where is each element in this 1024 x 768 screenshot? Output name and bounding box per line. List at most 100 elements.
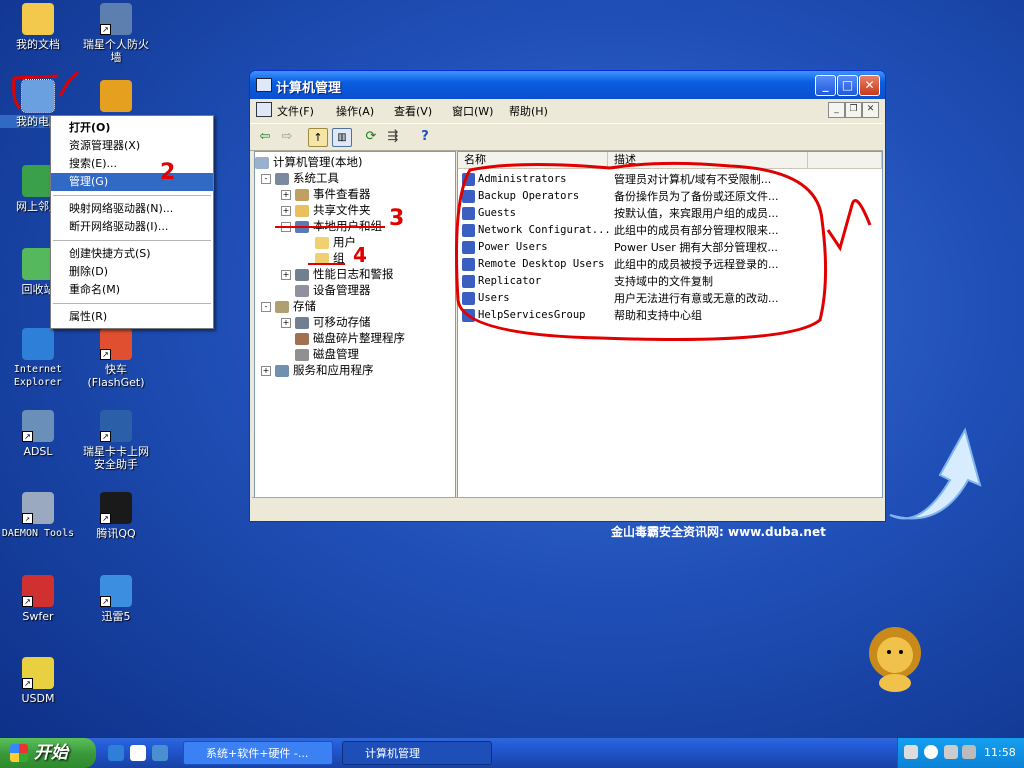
context-menu-item[interactable]: 删除(D) xyxy=(51,263,213,281)
mmc-document-icon[interactable] xyxy=(256,102,272,117)
export-list-icon[interactable]: ⇶ xyxy=(384,128,402,145)
desktop-icon[interactable]: ↗ USDM xyxy=(0,657,76,705)
column-header-description[interactable]: 描述 xyxy=(608,152,808,169)
tree-node[interactable]: + 共享文件夹 xyxy=(281,202,371,218)
context-menu-item[interactable]: 属性(R) xyxy=(51,308,213,326)
context-menu-item[interactable]: 搜索(E)... xyxy=(51,155,213,173)
system-tray: 11:58 xyxy=(897,738,1024,768)
group-name: Remote Desktop Users xyxy=(478,258,605,270)
desktop-icon-label: ADSL xyxy=(23,445,53,458)
expand-icon[interactable]: + xyxy=(281,317,291,328)
tree-node[interactable]: 磁盘碎片整理程序 xyxy=(295,330,405,346)
column-header-name[interactable]: 名称 xyxy=(458,152,608,169)
desktop-icon[interactable]: ↗ 瑞星个人防火墙 xyxy=(78,3,154,64)
tree-node[interactable]: 磁盘管理 xyxy=(295,346,359,362)
desktop-icon[interactable]: 我的文档 xyxy=(0,3,76,51)
task-system-software-hardware[interactable]: 系统+软件+硬件 -... xyxy=(183,741,333,765)
list-item[interactable]: Guests 按默认值，来宾跟用户组的成员... xyxy=(458,205,882,222)
child-close-button[interactable]: ✕ xyxy=(862,102,879,118)
collapse-icon[interactable]: - xyxy=(261,173,271,184)
list-item[interactable]: Network Configurat... 此组中的成员有部分管理权限来... xyxy=(458,222,882,239)
refresh-icon[interactable]: ⟳ xyxy=(362,128,380,145)
tree-node[interactable]: + 服务和应用程序 xyxy=(261,362,374,378)
context-menu-item[interactable]: 创建快捷方式(S) xyxy=(51,245,213,263)
quicklaunch-ie-icon[interactable] xyxy=(108,745,124,761)
shortcut-arrow-icon: ↗ xyxy=(22,596,33,607)
forward-arrow-icon[interactable]: ⇨ xyxy=(278,128,296,145)
list-item[interactable]: Replicator 支持域中的文件复制 xyxy=(458,273,882,290)
context-menu-item[interactable]: 重命名(M) xyxy=(51,281,213,299)
desktop-icon[interactable]: ↗ ADSL xyxy=(0,410,76,458)
tree-node[interactable]: - 存储 xyxy=(261,298,316,314)
column-header-empty[interactable] xyxy=(808,152,882,169)
menu-help[interactable]: 帮助(H) xyxy=(509,103,548,119)
desktop-icon[interactable]: ↗ 迅雷5 xyxy=(78,575,154,623)
context-menu-item[interactable]: 映射网络驱动器(N)... xyxy=(51,200,213,218)
desktop-app-icon xyxy=(22,3,54,35)
help-icon[interactable]: ? xyxy=(416,128,434,145)
list-item[interactable]: Users 用户无法进行有意或无意的改动... xyxy=(458,290,882,307)
context-menu-item[interactable]: 管理(G) xyxy=(51,173,213,191)
show-hide-tree-icon[interactable]: ▥ xyxy=(332,128,352,147)
list-item[interactable]: Remote Desktop Users 此组中的成员被授予远程登录的... xyxy=(458,256,882,273)
tree-node[interactable]: 计算机管理(本地) xyxy=(255,154,362,170)
menu-view[interactable]: 查看(V) xyxy=(394,103,432,119)
menu-action[interactable]: 操作(A) xyxy=(336,103,374,119)
group-icon xyxy=(462,190,475,203)
tree-node[interactable]: - 系统工具 xyxy=(261,170,339,186)
title-bar[interactable]: 计算机管理 _ □ ✕ xyxy=(250,71,885,99)
list-item[interactable]: HelpServicesGroup 帮助和支持中心组 xyxy=(458,307,882,324)
expand-icon[interactable]: + xyxy=(281,269,291,280)
group-description: 用户无法进行有意或无意的改动... xyxy=(614,292,779,305)
child-restore-button[interactable]: ❐ xyxy=(845,102,862,118)
annotation-step-3: 3 xyxy=(389,206,405,231)
up-folder-icon[interactable]: ↑ xyxy=(308,128,328,147)
task-computer-management[interactable]: 计算机管理 xyxy=(342,741,492,765)
maximize-button[interactable]: □ xyxy=(837,75,858,96)
tree-node[interactable]: + 性能日志和警报 xyxy=(281,266,394,282)
expand-icon[interactable]: + xyxy=(281,205,291,216)
collapse-icon[interactable]: - xyxy=(281,221,291,232)
list-item[interactable]: Backup Operators 备份操作员为了备份或还原文件... xyxy=(458,188,882,205)
toolbar: ⇦ ⇨ ↑ ▥ ⟳ ⇶ ? xyxy=(250,123,883,151)
quicklaunch-word-icon[interactable] xyxy=(130,745,146,761)
context-menu-item[interactable]: 打开(O) xyxy=(51,119,213,137)
desktop-icon[interactable]: ↗ 瑞星卡卡上网安全助手 xyxy=(78,410,154,471)
tree-node[interactable]: - 本地用户和组 xyxy=(281,218,382,234)
tree-node[interactable]: 组 xyxy=(315,250,345,266)
collapse-icon[interactable]: - xyxy=(261,301,271,312)
tray-keyboard-icon[interactable] xyxy=(904,745,918,759)
tree-node[interactable]: 设备管理器 xyxy=(295,282,371,298)
context-menu-item[interactable]: 资源管理器(X) xyxy=(51,137,213,155)
child-minimize-button[interactable]: _ xyxy=(828,102,845,118)
desktop-icon[interactable] xyxy=(78,80,154,115)
desktop-icon-label: Swfer xyxy=(22,610,54,623)
tree-node-label: 设备管理器 xyxy=(313,283,371,297)
tree-node[interactable]: + 可移动存储 xyxy=(281,314,371,330)
tray-network-icon[interactable] xyxy=(944,745,958,759)
context-menu-item[interactable]: 断开网络驱动器(I)... xyxy=(51,218,213,236)
group-description: 此组中的成员被授予远程登录的... xyxy=(614,258,779,271)
desktop-icon[interactable]: ↗ Swfer xyxy=(0,575,76,623)
desktop-icon[interactable]: ↗ 腾讯QQ xyxy=(78,492,154,540)
expand-icon[interactable]: + xyxy=(261,365,271,376)
menu-file[interactable]: 文件(F) xyxy=(277,103,314,119)
group-icon xyxy=(462,207,475,220)
list-item[interactable]: Administrators 管理员对计算机/域有不受限制... xyxy=(458,171,882,188)
tree-node-icon xyxy=(275,364,289,377)
desktop-icon[interactable]: ↗ DAEMON Tools xyxy=(0,492,76,540)
expand-icon[interactable]: + xyxy=(281,189,291,200)
tree-node[interactable]: 用户 xyxy=(315,234,356,250)
tree-node[interactable]: + 事件查看器 xyxy=(281,186,371,202)
menu-window[interactable]: 窗口(W) xyxy=(452,103,493,119)
desktop-icon[interactable]: Internet Explorer xyxy=(0,328,76,389)
tray-volume-icon[interactable] xyxy=(962,745,976,759)
clock[interactable]: 11:58 xyxy=(984,746,1016,759)
close-button[interactable]: ✕ xyxy=(859,75,880,96)
back-arrow-icon[interactable]: ⇦ xyxy=(256,128,274,145)
quicklaunch-desktop-icon[interactable] xyxy=(152,745,168,761)
tray-expand-icon[interactable] xyxy=(924,745,938,759)
list-item[interactable]: Power Users Power User 拥有大部分管理权... xyxy=(458,239,882,256)
minimize-button[interactable]: _ xyxy=(815,75,836,96)
desktop-icon[interactable]: ↗ 快车(FlashGet) xyxy=(78,328,154,389)
